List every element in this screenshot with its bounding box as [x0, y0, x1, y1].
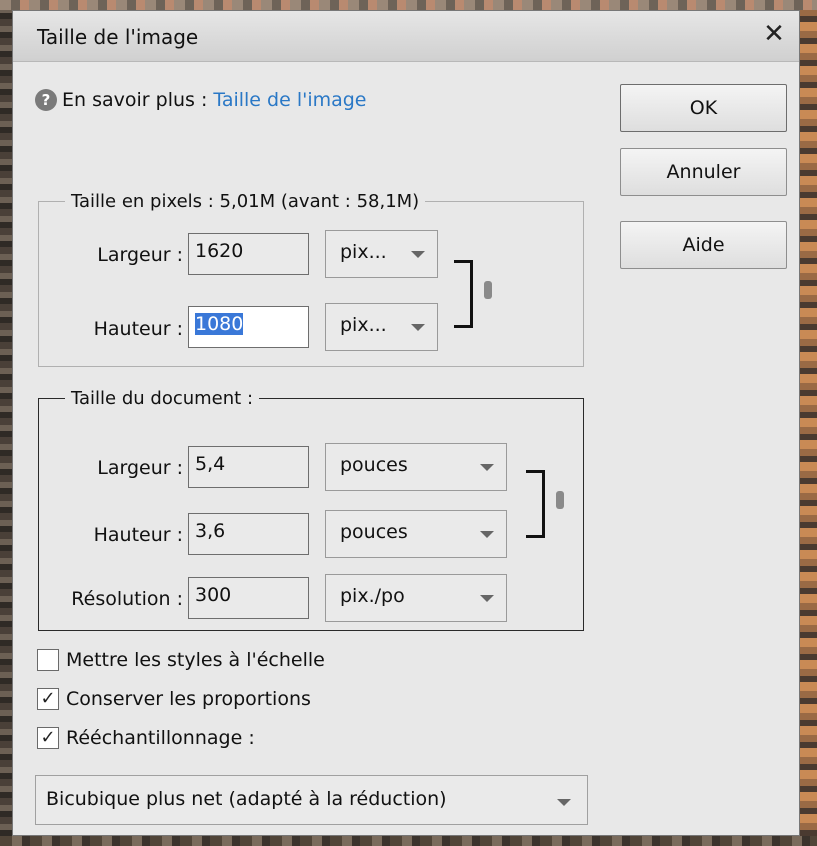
background-top [0, 0, 817, 10]
chevron-down-icon [411, 251, 425, 258]
chevron-down-icon [557, 799, 571, 806]
doc-height-unit-value: pouces [340, 521, 408, 543]
title-bar[interactable]: Taille de l'image ✕ [13, 11, 799, 62]
chevron-down-icon [480, 531, 494, 538]
chevron-down-icon [411, 324, 425, 331]
chain-link-icon[interactable] [556, 491, 564, 509]
help-icon[interactable]: ? [35, 89, 57, 111]
constrain-proportions-option[interactable]: ✓ Conserver les proportions [37, 688, 311, 710]
doc-width-unit-value: pouces [340, 454, 408, 476]
pixel-width-unit-select[interactable]: pix... [325, 230, 438, 278]
background-left [0, 0, 12, 846]
doc-height-input[interactable]: 3,6 [188, 513, 309, 555]
help-prefix: En savoir plus : [62, 89, 208, 111]
scale-styles-label: Mettre les styles à l'échelle [66, 649, 325, 671]
resample-label: Rééchantillonnage : [66, 727, 255, 749]
cancel-button[interactable]: Annuler [620, 148, 787, 196]
pixel-height-input[interactable]: 1080 [188, 306, 309, 348]
scale-styles-checkbox[interactable] [37, 649, 59, 671]
scale-styles-option[interactable]: Mettre les styles à l'échelle [37, 649, 325, 671]
resample-method-value: Bicubique plus net (adapté à la réductio… [46, 788, 447, 810]
chain-link-icon[interactable] [484, 281, 492, 299]
pixel-size-legend: Taille en pixels : 5,01M (avant : 58,1M) [71, 191, 420, 212]
help-link[interactable]: Taille de l'image [213, 89, 366, 111]
image-size-dialog: Taille de l'image ✕ ? En savoir plus : T… [12, 10, 800, 836]
pixel-height-value: 1080 [195, 313, 244, 335]
pixel-link-bracket [454, 260, 473, 328]
background-bottom [0, 836, 817, 846]
resample-method-select[interactable]: Bicubique plus net (adapté à la réductio… [35, 775, 588, 825]
background-right [800, 0, 817, 846]
chevron-down-icon [480, 595, 494, 602]
doc-width-input[interactable]: 5,4 [188, 446, 309, 488]
pixel-height-unit-value: pix... [340, 314, 387, 336]
resolution-unit-select[interactable]: pix./po [325, 574, 507, 622]
ok-button[interactable]: OK [620, 84, 787, 132]
chevron-down-icon [480, 464, 494, 471]
help-button[interactable]: Aide [620, 221, 787, 269]
resolution-unit-value: pix./po [340, 585, 405, 607]
resolution-input[interactable]: 300 [188, 577, 309, 619]
constrain-proportions-label: Conserver les proportions [66, 688, 311, 710]
document-size-legend: Taille du document : [71, 388, 254, 409]
pixel-height-label: Hauteur : [93, 318, 183, 340]
doc-height-label: Hauteur : [93, 524, 183, 546]
resample-checkbox[interactable]: ✓ [37, 727, 59, 749]
resolution-label: Résolution : [71, 588, 183, 610]
constrain-proportions-checkbox[interactable]: ✓ [37, 688, 59, 710]
dialog-title: Taille de l'image [37, 25, 199, 49]
close-icon[interactable]: ✕ [759, 19, 789, 49]
pixel-width-label: Largeur : [97, 244, 183, 266]
pixel-width-input[interactable]: 1620 [188, 233, 309, 275]
help-row: ? En savoir plus : Taille de l'image [35, 89, 367, 111]
doc-width-label: Largeur : [97, 457, 183, 479]
pixel-size-group: Taille en pixels : 5,01M (avant : 58,1M) [38, 191, 584, 367]
pixel-width-unit-value: pix... [340, 241, 387, 263]
doc-height-unit-select[interactable]: pouces [325, 510, 507, 558]
doc-width-unit-select[interactable]: pouces [325, 443, 507, 491]
pixel-height-unit-select[interactable]: pix... [325, 303, 438, 351]
resample-option[interactable]: ✓ Rééchantillonnage : [37, 727, 255, 749]
document-link-bracket [526, 470, 545, 538]
